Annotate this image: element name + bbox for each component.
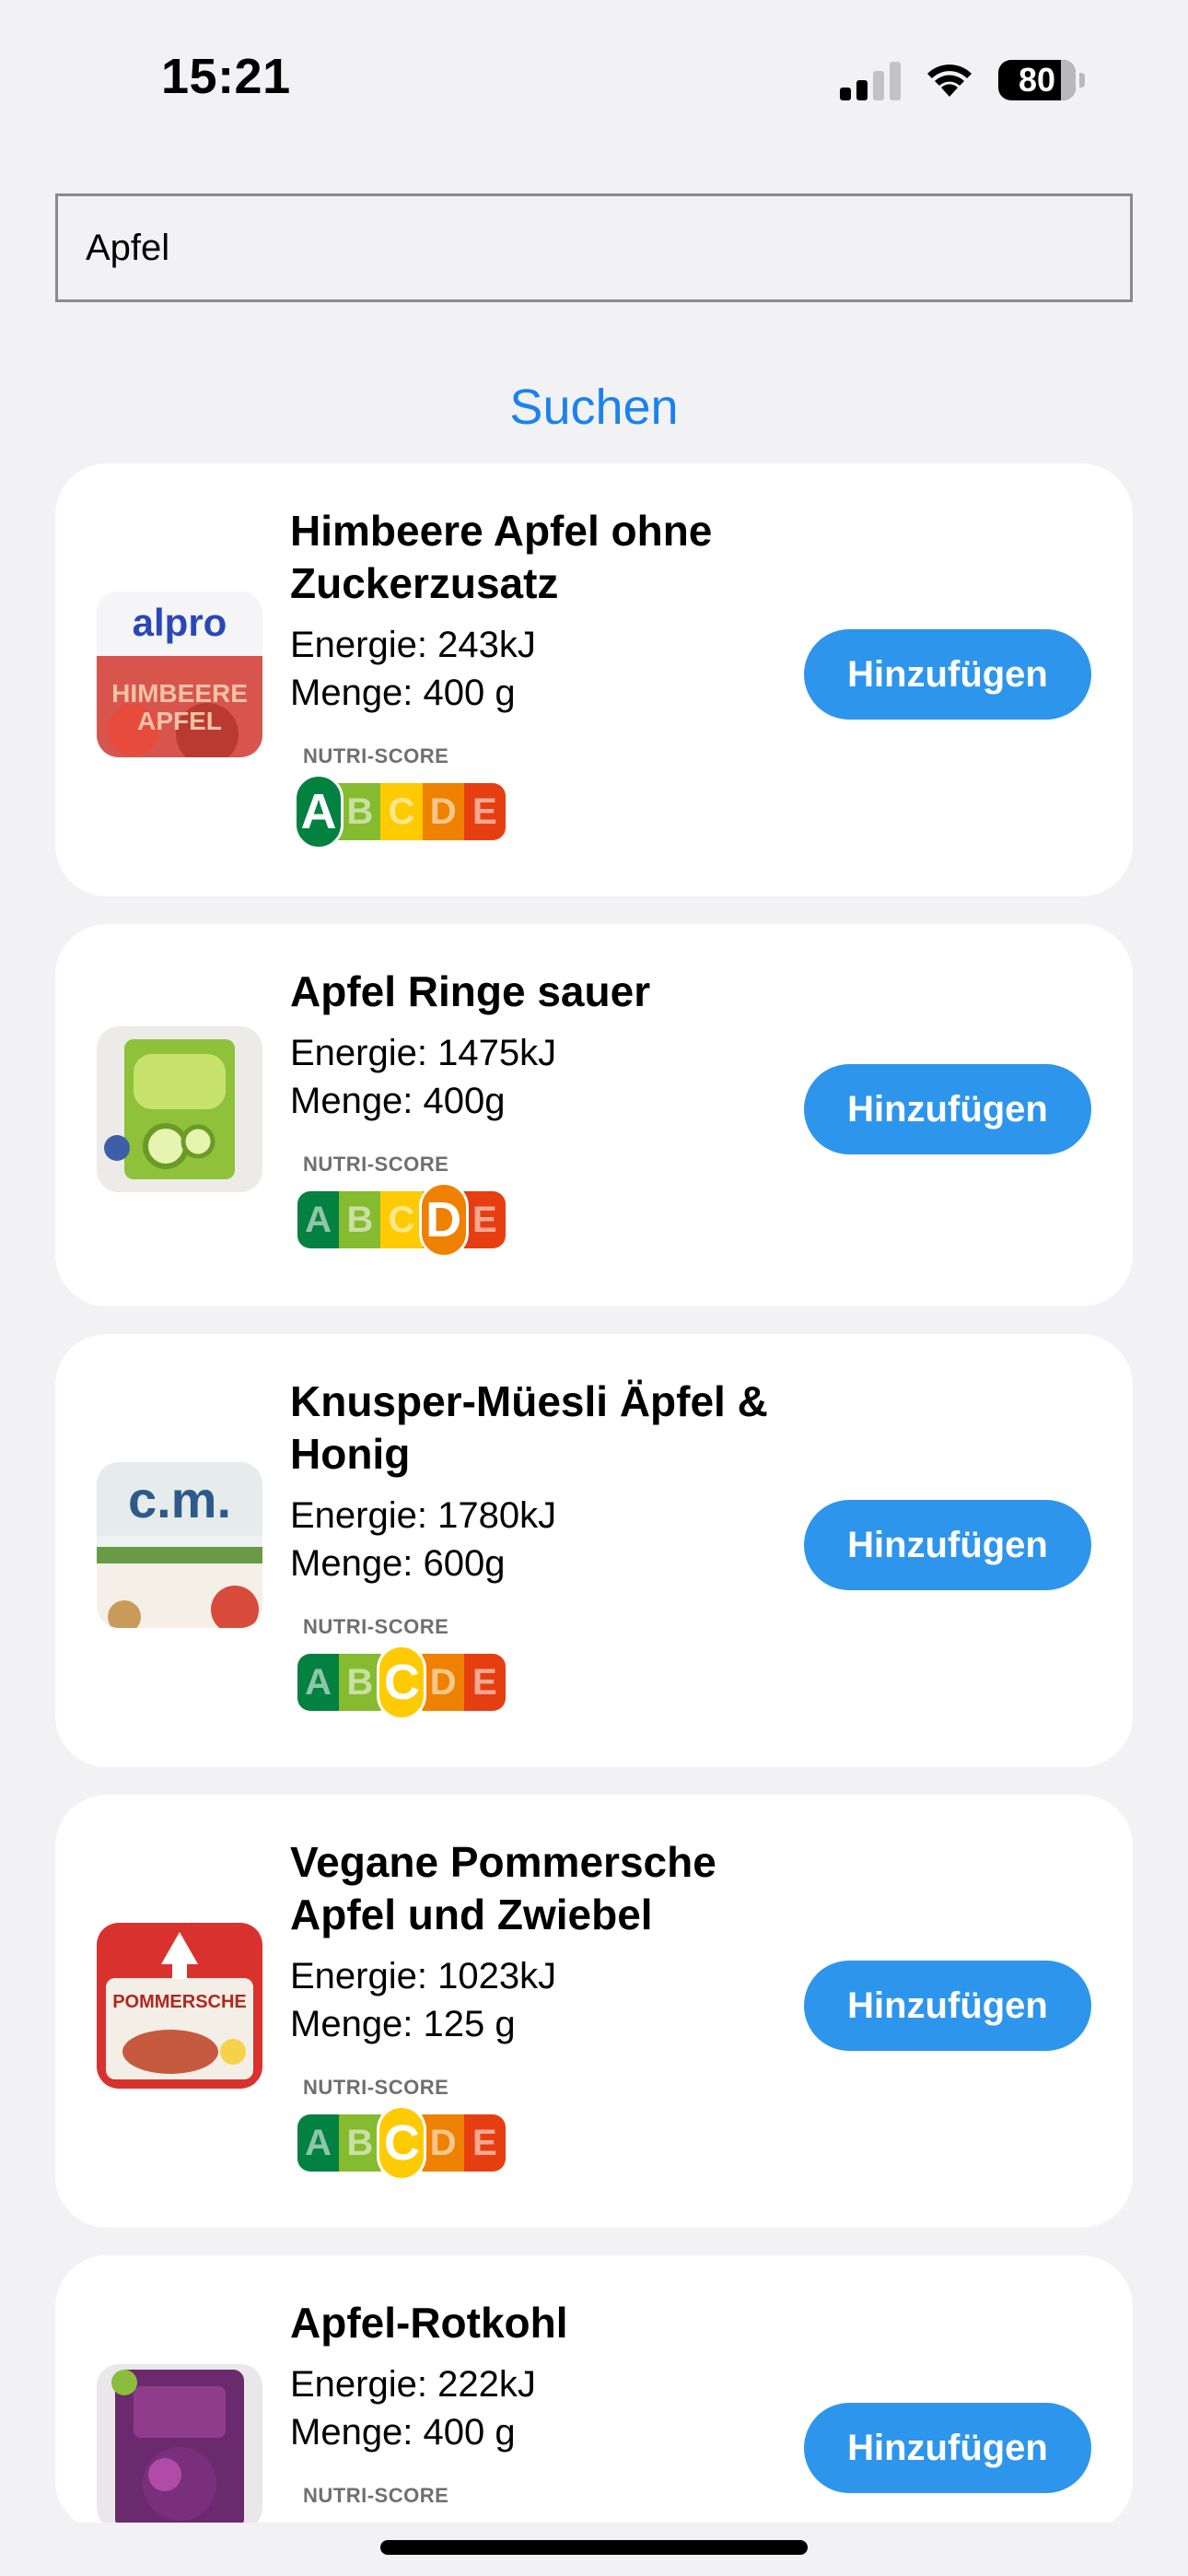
product-card[interactable]: POMMERSCHE Vegane Pommersche Apfel und Zwi…	[55, 1795, 1133, 2228]
nutri-score-label: NUTRI-SCORE	[303, 2076, 449, 2099]
add-product-button[interactable]: Hinzufügen	[804, 1064, 1091, 1154]
add-product-button[interactable]: Hinzufügen	[804, 2403, 1091, 2493]
nutri-score-cell: D	[422, 1654, 464, 1711]
add-product-button[interactable]: Hinzufügen	[804, 629, 1091, 720]
product-meta: Energie: 1475kJ Menge: 400g	[290, 1029, 843, 1125]
product-amount: Menge: 400 g	[290, 673, 516, 713]
nutri-score-label: NUTRI-SCORE	[303, 1615, 449, 1638]
nutri-score-cell: E	[463, 783, 506, 840]
ruegenwalder-pommersche-spread-image: POMMERSCHE	[97, 1923, 262, 2089]
status-icons: 80	[840, 57, 1085, 103]
nutri-score-cell: E	[463, 2114, 506, 2172]
nutri-score-active-grade: A	[294, 774, 344, 849]
product-amount: Menge: 400 g	[290, 2412, 516, 2453]
product-name-line: Apfel Ringe sauer	[290, 967, 651, 1015]
product-name-line: Vegane Pommersche	[290, 1838, 716, 1886]
product-meta: Energie: 222kJ Menge: 400 g	[290, 2360, 843, 2456]
add-product-button[interactable]: Hinzufügen	[804, 1961, 1091, 2051]
alpro-logo: alpro	[133, 601, 227, 644]
home-indicator[interactable]	[380, 2540, 808, 2555]
product-card[interactable]: c.m. Knusper-Müesli Äpfel & Honig Energie: …	[55, 1334, 1133, 1767]
product-info: Vegane Pommersche Apfel und Zwiebel Energi…	[290, 1836, 843, 2181]
product-name: Vegane Pommersche Apfel und Zwiebel	[290, 1836, 843, 1941]
svg-text:APFEL: APFEL	[137, 707, 222, 735]
product-energy: Energie: 1475kJ	[290, 1033, 557, 1073]
nutri-score-cell: B	[339, 1654, 381, 1711]
nutri-score-cell: D	[422, 2114, 464, 2172]
apple-red-cabbage-pouch-image	[97, 2364, 262, 2523]
product-meta: Energie: 1023kJ Menge: 125 g	[290, 1952, 843, 2048]
nutri-score-cell: A	[297, 1654, 340, 1711]
product-amount: Menge: 400g	[290, 1081, 506, 1121]
product-energy: Energie: 1780kJ	[290, 1495, 557, 1536]
product-energy: Energie: 222kJ	[290, 2364, 536, 2405]
pommersche-label: POMMERSCHE	[112, 1992, 247, 2012]
product-info: Apfel-Rotkohl Energie: 222kJ Menge: 400 g N…	[290, 2297, 843, 2508]
nutri-score-active-grade: C	[377, 1645, 427, 1720]
nutri-score-cell: B	[339, 2114, 381, 2172]
nutri-score-label: NUTRI-SCORE	[303, 2484, 449, 2507]
product-name-line: Zuckerzusatz	[290, 559, 559, 607]
search-button[interactable]: Suchen	[0, 378, 1188, 437]
product-name-line: Apfel-Rotkohl	[290, 2299, 568, 2347]
nutri-score-cell: D	[422, 783, 464, 840]
cm-plus-muesli-box-image: c.m.	[97, 1462, 262, 1628]
product-info: Apfel Ringe sauer Energie: 1475kJ Menge: 4…	[290, 966, 843, 1258]
product-energy: Energie: 243kJ	[290, 625, 536, 665]
nutri-score-cell: A	[297, 2114, 340, 2172]
nutri-score-cell: B	[339, 1191, 381, 1248]
product-amount: Menge: 125 g	[290, 2004, 516, 2044]
cm-logo: c.m.	[128, 1470, 231, 1528]
product-amount: Menge: 600g	[290, 1543, 506, 1584]
product-meta: Energie: 1780kJ Menge: 600g	[290, 1492, 843, 1587]
product-list[interactable]: alpro HIMBEERE APFEL Himbeere Apfel ohne Zuc…	[55, 463, 1133, 2523]
nutri-score-badge: ABCDEC	[297, 1645, 509, 1720]
product-name: Knusper-Müesli Äpfel & Honig	[290, 1376, 843, 1481]
cellular-signal-icon	[840, 60, 901, 100]
nutri-score-cell: A	[297, 1191, 340, 1248]
nutri-score-cell: E	[463, 1191, 506, 1248]
battery-level: 80	[1018, 61, 1056, 99]
nutri-score-badge: ABCDEC	[297, 2105, 509, 2181]
add-product-button[interactable]: Hinzufügen	[804, 1500, 1091, 1590]
nutri-score-badge: ABCDED	[297, 1182, 509, 1258]
status-time: 15:21	[161, 49, 291, 104]
product-card[interactable]: Apfel Ringe sauer Energie: 1475kJ Menge: 4…	[55, 924, 1133, 1306]
sour-apple-rings-bag-image	[97, 1026, 262, 1192]
nutri-score-badge: ABCDEA	[294, 774, 509, 849]
product-meta: Energie: 243kJ Menge: 400 g	[290, 621, 843, 717]
battery-icon: 80	[998, 60, 1085, 100]
wifi-icon	[927, 64, 972, 97]
product-name: Apfel-Rotkohl	[290, 2297, 843, 2349]
nutri-score-cell: B	[339, 783, 381, 840]
search-input[interactable]	[55, 193, 1133, 302]
nutri-score-label: NUTRI-SCORE	[303, 744, 449, 767]
product-name-line: Apfel und Zwiebel	[290, 1891, 653, 1938]
nutri-score-active-grade: D	[418, 1182, 469, 1258]
product-energy: Energie: 1023kJ	[290, 1956, 557, 1996]
nutri-score-cell: E	[463, 1654, 506, 1711]
product-info: Himbeere Apfel ohne Zuckerzusatz Energie: …	[290, 505, 843, 849]
nutri-score-cell: C	[380, 783, 423, 840]
product-name-line: Knusper-Müesli Äpfel &	[290, 1377, 768, 1425]
product-name: Himbeere Apfel ohne Zuckerzusatz	[290, 505, 843, 610]
product-info: Knusper-Müesli Äpfel & Honig Energie: 1780…	[290, 1376, 843, 1720]
alpro-raspberry-apple-yogurt-image: alpro HIMBEERE APFEL	[97, 591, 262, 757]
product-name-line: Himbeere Apfel ohne	[290, 507, 713, 555]
nutri-score-active-grade: C	[377, 2105, 427, 2181]
product-name: Apfel Ringe sauer	[290, 966, 843, 1018]
product-card[interactable]: Apfel-Rotkohl Energie: 222kJ Menge: 400 g N…	[55, 2255, 1133, 2523]
nutri-score-label: NUTRI-SCORE	[303, 1153, 449, 1176]
svg-text:HIMBEERE: HIMBEERE	[111, 679, 248, 708]
product-card[interactable]: alpro HIMBEERE APFEL Himbeere Apfel ohne Zuc…	[55, 463, 1133, 896]
product-name-line: Honig	[290, 1430, 411, 1478]
nutri-score-cell: C	[380, 1191, 423, 1248]
